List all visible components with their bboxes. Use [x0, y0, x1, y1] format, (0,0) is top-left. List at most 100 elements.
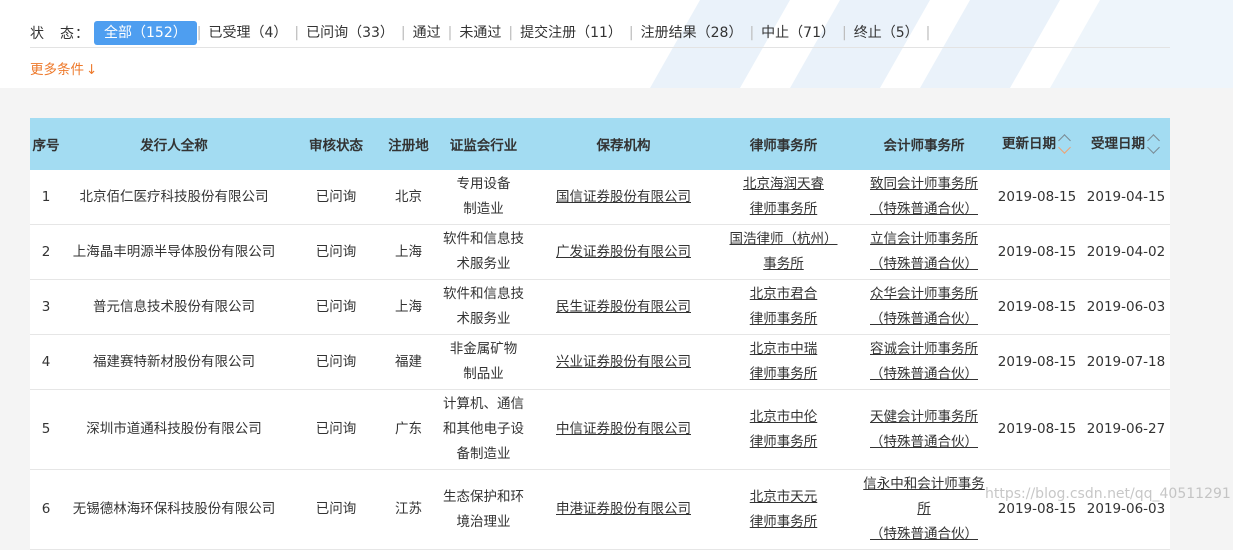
- column-header-label: 更新日期: [1002, 136, 1056, 152]
- registration-place-cell: 北京: [386, 170, 431, 225]
- accounting-firm-cell[interactable]: 致同会计师事务所 （特殊普通合伙）: [856, 170, 992, 225]
- accept-date-cell: 2019-04-15: [1082, 170, 1170, 225]
- cell-line: 北京市天元: [749, 488, 818, 505]
- industry-cell: 专用设备 制造业: [431, 170, 536, 225]
- cell-line: 术服务业: [456, 311, 511, 327]
- cell-line: 境治理业: [456, 513, 511, 530]
- review-status-cell: 已问询: [286, 279, 386, 335]
- update-date-cell: 2019-08-15: [992, 224, 1082, 280]
- watermark-text: https://blog.csdn.net/qq_40511291: [985, 486, 1231, 502]
- law-firm-cell[interactable]: 北京市中伦 律师事务所: [711, 389, 856, 470]
- cell-line: （特殊普通合伙）: [870, 366, 978, 382]
- status-chip-group: 全部（152） | 已受理（4） | 已问询（33） | 通过 | 未通过 | 提交注册（11） | 注…: [94, 21, 930, 45]
- cell-line: 北京海润天睿: [743, 176, 824, 192]
- cell-line: 和其他电子设: [443, 421, 524, 437]
- law-firm-cell[interactable]: 北京市天元 律师事务所: [711, 469, 856, 550]
- sponsor-cell[interactable]: 兴业证券股份有限公司: [536, 334, 711, 390]
- status-chip-0[interactable]: 全部（152）: [94, 21, 197, 45]
- filter-panel: 状 态： 全部（152） | 已受理（4） | 已问询（33） | 通过 | 未通过 | 提交注册（…: [0, 0, 1233, 88]
- sort-arrows-icon[interactable]: [1058, 131, 1072, 157]
- industry-cell: 生态保护和环 境治理业: [431, 469, 536, 550]
- issuer-name-cell: 普元信息技术股份有限公司: [62, 279, 286, 335]
- row-number-cell: 5: [30, 389, 62, 470]
- issuer-name-cell: 无锡德林海环保科技股份有限公司: [62, 469, 286, 550]
- registration-place-cell: 江苏: [386, 469, 431, 550]
- issuer-name-cell: 福建赛特新材股份有限公司: [62, 334, 286, 390]
- cell-line: 容诚会计师事务所: [870, 341, 978, 357]
- industry-cell: 非金属矿物 制品业: [431, 334, 536, 390]
- registration-place-cell: 广东: [386, 389, 431, 470]
- cell-line: （特殊普通合伙）: [870, 526, 978, 542]
- sponsor-cell[interactable]: 民生证券股份有限公司: [536, 279, 711, 335]
- cell-line: 事务所: [763, 256, 804, 272]
- status-chip-5[interactable]: 提交注册（11）: [513, 21, 629, 45]
- sponsor-cell[interactable]: 中信证券股份有限公司: [536, 389, 711, 470]
- status-chip-4[interactable]: 未通过: [452, 21, 508, 45]
- column-header-1: 发行人全称: [62, 118, 286, 170]
- sponsor-cell[interactable]: 国信证券股份有限公司: [536, 170, 711, 225]
- cell-line: 制造业: [463, 201, 504, 217]
- accounting-firm-cell[interactable]: 立信会计师事务所 （特殊普通合伙）: [856, 224, 992, 280]
- issuer-name-cell: 上海晶丰明源半导体股份有限公司: [62, 224, 286, 280]
- accept-date-cell: 2019-07-18: [1082, 334, 1170, 390]
- status-chip-1[interactable]: 已受理（4）: [201, 21, 294, 45]
- accounting-firm-cell[interactable]: 天健会计师事务所 （特殊普通合伙）: [856, 389, 992, 470]
- accounting-firm-cell[interactable]: 众华会计师事务所 （特殊普通合伙）: [856, 279, 992, 335]
- cell-line: 软件和信息技: [443, 231, 524, 247]
- update-date-cell: 2019-08-15: [992, 170, 1082, 225]
- filter-divider: [30, 47, 1170, 48]
- column-header-3: 注册地: [386, 118, 431, 170]
- review-status-cell: 已问询: [286, 170, 386, 225]
- more-conditions-label: 更多条件: [30, 62, 84, 78]
- cell-line: 致同会计师事务所: [870, 176, 978, 192]
- cell-line: 立信会计师事务所: [870, 231, 978, 247]
- law-firm-cell[interactable]: 北京市中瑞 律师事务所: [711, 334, 856, 390]
- cell-line: 律师事务所: [749, 201, 818, 217]
- industry-cell: 软件和信息技 术服务业: [431, 224, 536, 280]
- cell-line: （特殊普通合伙）: [870, 433, 978, 450]
- column-header-8[interactable]: 更新日期: [992, 118, 1082, 170]
- cell-line: 律师事务所: [749, 311, 818, 327]
- column-header-label: 审核状态: [309, 138, 363, 154]
- column-header-label: 序号: [32, 138, 60, 154]
- more-conditions-link[interactable]: 更多条件 ↓: [30, 58, 97, 78]
- cell-line: 非金属矿物: [449, 341, 518, 357]
- law-firm-cell[interactable]: 北京海润天睿 律师事务所: [711, 170, 856, 225]
- cell-line: 北京市君合: [749, 286, 818, 302]
- cell-line: （特殊普通合伙）: [870, 201, 978, 217]
- sort-arrows-icon[interactable]: [1147, 131, 1161, 157]
- column-header-4: 证监会行业: [431, 118, 536, 170]
- cell-line: 软件和信息技: [443, 286, 524, 302]
- accept-date-cell: 2019-06-03: [1082, 469, 1170, 550]
- sponsor-cell[interactable]: 申港证券股份有限公司: [536, 469, 711, 550]
- status-filter-label: 状 态：: [30, 26, 90, 42]
- law-firm-cell[interactable]: 国浩律师（杭州） 事务所: [711, 224, 856, 280]
- review-status-cell: 已问询: [286, 389, 386, 470]
- review-status-cell: 已问询: [286, 469, 386, 550]
- column-header-5: 保荐机构: [536, 118, 711, 170]
- status-chip-6[interactable]: 注册结果（28）: [634, 21, 750, 45]
- accounting-firm-cell[interactable]: 信永中和会计师事务所 （特殊普通合伙）: [856, 469, 992, 550]
- row-number-cell: 2: [30, 224, 62, 280]
- sponsor-cell[interactable]: 广发证券股份有限公司: [536, 224, 711, 280]
- update-date-cell: 2019-08-15: [992, 389, 1082, 470]
- accounting-firm-cell[interactable]: 容诚会计师事务所 （特殊普通合伙）: [856, 334, 992, 390]
- column-header-label: 会计师事务所: [883, 138, 965, 154]
- status-chip-8[interactable]: 终止（5）: [847, 21, 926, 45]
- table-row: 2 上海晶丰明源半导体股份有限公司 已问询 上海 软件和信息技 术服务业 广发证券股份有限公…: [30, 224, 1170, 280]
- table-row: 3 普元信息技术股份有限公司 已问询 上海 软件和信息技 术服务业 民生证券股份有限公司 北京…: [30, 279, 1170, 335]
- status-filter-row: 状 态： 全部（152） | 已受理（4） | 已问询（33） | 通过 | 未通过 | 提交注册（…: [30, 20, 1170, 46]
- issuer-name-cell: 深圳市道通科技股份有限公司: [62, 389, 286, 470]
- law-firm-cell[interactable]: 北京市君合律师事务所: [711, 279, 856, 335]
- column-header-label: 律师事务所: [749, 138, 818, 154]
- cell-line: 天健会计师事务所: [870, 408, 978, 425]
- status-chip-2[interactable]: 已问询（33）: [299, 21, 401, 45]
- table-row: 6 无锡德林海环保科技股份有限公司 已问询 江苏 生态保护和环 境治理业 申港证券股份有限公…: [30, 469, 1170, 550]
- cell-line: （特殊普通合伙）: [870, 256, 978, 272]
- cell-line: 国浩律师（杭州）: [729, 231, 838, 247]
- status-chip-3[interactable]: 通过: [406, 21, 448, 45]
- column-header-9[interactable]: 受理日期: [1082, 118, 1170, 170]
- arrow-down-icon: ↓: [86, 62, 98, 78]
- column-header-label: 发行人全称: [140, 138, 208, 154]
- status-chip-7[interactable]: 中止（71）: [754, 21, 842, 45]
